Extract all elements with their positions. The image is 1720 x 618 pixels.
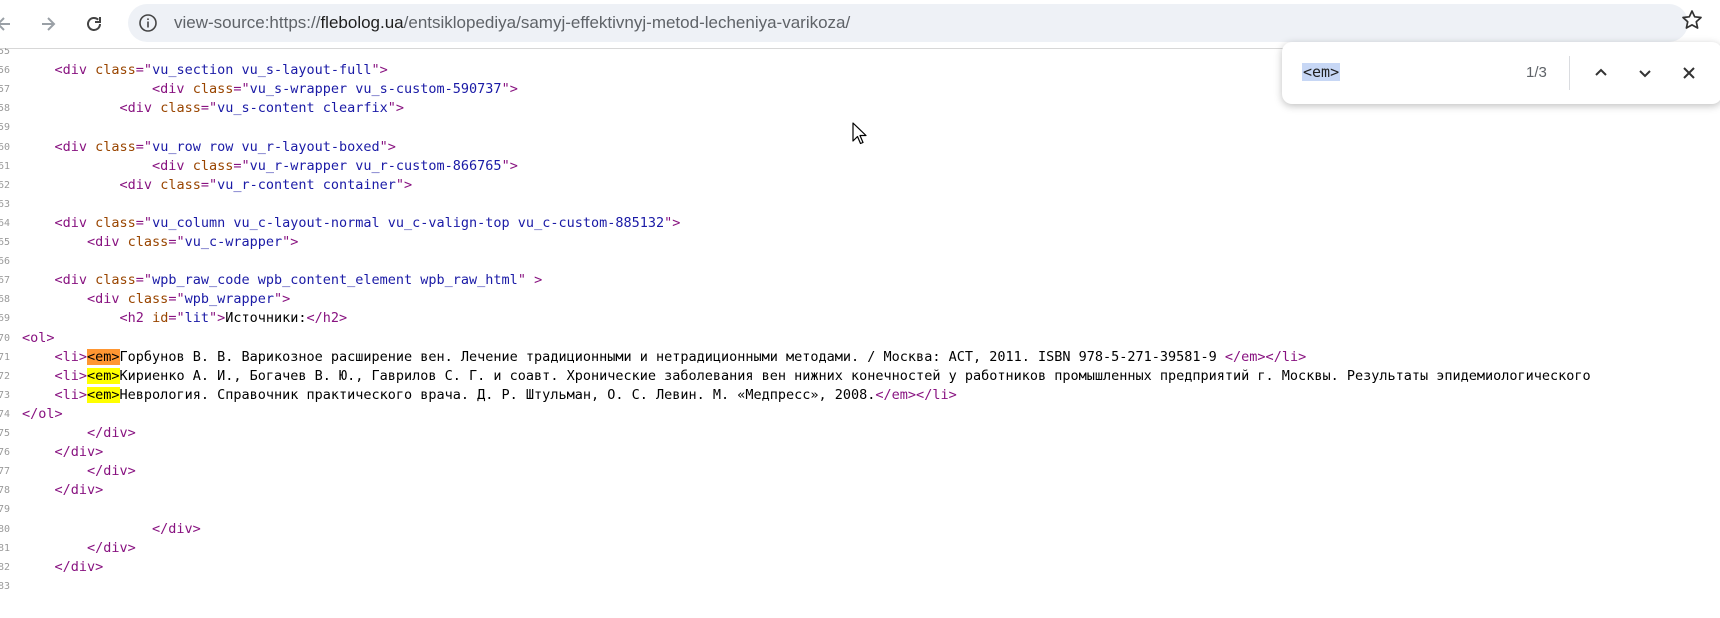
source-code-text: </div>: [152, 520, 201, 537]
reload-icon: [87, 17, 101, 31]
source-code-text: <div class="vu_row row vu_r-layout-boxed…: [54, 138, 396, 155]
source-code-text: <div class="wpb_wrapper">: [87, 291, 291, 308]
reload-button[interactable]: [76, 6, 112, 42]
source-code-text: </div>: [54, 444, 104, 461]
url-text[interactable]: view-source:https://flebolog.ua/entsiklo…: [174, 13, 850, 33]
line-number: 81: [0, 542, 11, 554]
forward-arrow-icon: [42, 17, 56, 31]
url-host: flebolog.ua: [320, 13, 404, 32]
forward-button[interactable]: [30, 6, 66, 42]
line-number: 55: [0, 48, 11, 57]
line-number: 74: [0, 408, 11, 420]
line-number: 70: [0, 332, 11, 344]
source-code-text: <div class="vu_s-wrapper vu_s-custom-590…: [152, 81, 518, 98]
line-number: 72: [0, 370, 11, 382]
find-bar: <em> 1/3: [1282, 42, 1720, 104]
star-icon[interactable]: [1680, 8, 1704, 32]
line-number: 83: [0, 580, 11, 592]
mouse-cursor-icon: [852, 122, 867, 145]
line-number: 57: [0, 84, 11, 96]
close-icon: [1683, 67, 1695, 79]
source-code-text: </div>: [54, 558, 104, 575]
url-scheme: view-source:https://: [174, 13, 321, 32]
line-number: 73: [0, 389, 11, 401]
source-code-text: <li><em>Кириенко А. И., Богачев В. Ю., Г…: [54, 367, 1591, 384]
line-number: 66: [0, 256, 11, 268]
line-number: 82: [0, 561, 11, 573]
line-number: 69: [0, 313, 11, 325]
line-number: 67: [0, 275, 11, 287]
line-number: 79: [0, 504, 11, 516]
source-code-text: <div class="vu_r-wrapper vu_r-custom-866…: [152, 157, 518, 174]
line-number: 80: [0, 523, 11, 535]
line-number: 77: [0, 466, 11, 478]
line-number: 59: [0, 122, 11, 134]
back-arrow-icon: [0, 17, 10, 31]
back-button[interactable]: [0, 6, 22, 42]
source-code-text: </div>: [87, 425, 136, 441]
find-close-button[interactable]: [1675, 59, 1703, 87]
line-number: 63: [0, 198, 11, 210]
line-number: 68: [0, 294, 11, 306]
info-icon[interactable]: [138, 13, 158, 33]
address-bar[interactable]: view-source:https://flebolog.ua/entsiklo…: [128, 4, 1688, 42]
source-code-text: <div class="vu_r-content container">: [119, 176, 413, 193]
source-code-text: <div class="vu_c-wrapper">: [87, 234, 299, 250]
find-previous-button[interactable]: [1587, 59, 1615, 87]
source-code-text: </div>: [54, 482, 104, 499]
line-number: 78: [0, 485, 11, 497]
source-code-text: <li><em>Горбунов В. В. Варикозное расшир…: [54, 348, 1307, 365]
chevron-up-icon: [1595, 68, 1607, 76]
line-number: 64: [0, 217, 11, 229]
url-path: /entsiklopediya/samyj-effektivnyj-metod-…: [403, 13, 851, 32]
find-next-button[interactable]: [1631, 59, 1659, 87]
line-number: 65: [0, 237, 11, 248]
line-number: 76: [0, 447, 11, 459]
line-number: 75: [0, 428, 11, 439]
line-number: 61: [0, 160, 11, 172]
line-number: 60: [0, 141, 11, 153]
line-number: 58: [0, 103, 11, 115]
line-number: 62: [0, 179, 11, 191]
chevron-down-icon: [1639, 70, 1651, 78]
find-divider: [1569, 56, 1570, 90]
source-code-text: <h2 id="lit">Источники:</h2>: [119, 310, 348, 327]
source-code-text: </ol>: [22, 405, 63, 422]
source-code-text: <div class="vu_section vu_s-layout-full"…: [54, 62, 388, 79]
source-code-text: </div>: [87, 539, 136, 556]
source-code-text: <li><em>Неврология. Справочник практичес…: [54, 386, 957, 403]
source-code-text: <ol>: [22, 329, 55, 346]
source-code-text: <div class="vu_column vu_c-layout-normal…: [54, 214, 681, 231]
line-number: 56: [0, 65, 11, 77]
find-input[interactable]: <em>: [1302, 63, 1341, 81]
source-code-text: <div class="vu_s-content clearfix">: [119, 100, 405, 117]
source-code-text: <div class="wpb_raw_code wpb_content_ele…: [54, 272, 543, 289]
source-code-text: </div>: [87, 463, 136, 480]
find-match-count: 1/3: [1526, 64, 1547, 81]
line-number: 71: [0, 351, 11, 363]
